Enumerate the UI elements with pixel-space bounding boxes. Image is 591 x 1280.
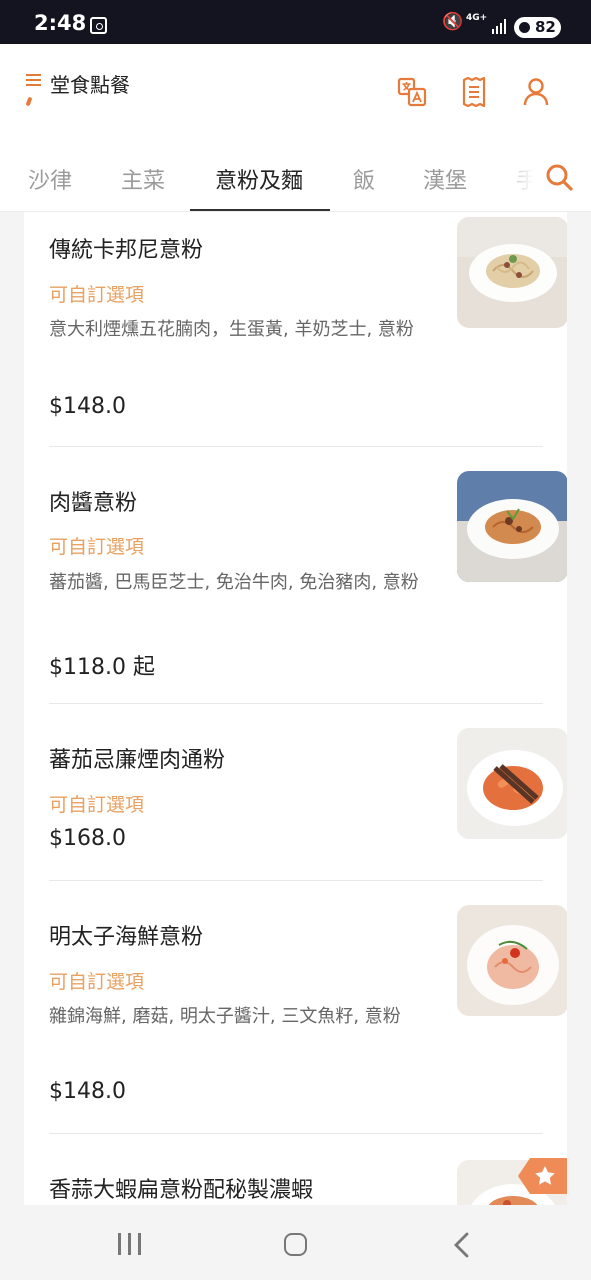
item-description: 雜錦海鮮, 磨菇, 明太子醬汁, 三文魚籽, 意粉 xyxy=(49,1006,401,1027)
network-type: 4G+ xyxy=(466,13,488,23)
system-nav-bar xyxy=(0,1206,591,1280)
item-price: $148.0 xyxy=(49,1079,126,1104)
item-photo xyxy=(457,905,567,1016)
item-description: 意大利煙燻五花腩肉，生蛋黃, 羊奶芝士, 意粉 xyxy=(49,319,414,340)
menu-item[interactable]: 明太子海鮮意粉 可自訂選項 雜錦海鮮, 磨菇, 明太子醬汁, 三文魚籽, 意粉 … xyxy=(49,881,567,1133)
item-customizable-label: 可自訂選項 xyxy=(49,284,145,306)
tab-burger[interactable]: 漢堡 xyxy=(423,163,467,195)
search-icon[interactable] xyxy=(545,163,573,191)
star-icon[interactable] xyxy=(518,1158,567,1194)
item-price: $118.0 起 xyxy=(49,655,155,680)
item-name: 傳統卡邦尼意粉 xyxy=(49,238,204,263)
item-price: $148.0 xyxy=(49,394,126,419)
item-name: 香蒜大蝦扁意粉配秘製濃蝦 xyxy=(49,1178,314,1203)
receipt-icon[interactable] xyxy=(461,76,487,111)
item-customizable-label: 可自訂選項 xyxy=(49,536,145,558)
status-bar: 2:48 🔇 4G+ 82 xyxy=(0,0,591,44)
menu-item-list: 傳統卡邦尼意粉 可自訂選項 意大利煙燻五花腩肉，生蛋黃, 羊奶芝士, 意粉 $1… xyxy=(24,212,567,1205)
back-icon[interactable] xyxy=(452,1232,470,1258)
translate-icon[interactable] xyxy=(397,77,427,111)
screenshot-icon xyxy=(90,17,107,34)
tab-salad[interactable]: 沙律 xyxy=(28,163,72,195)
item-customizable-label: 可自訂選項 xyxy=(49,794,145,816)
menu-item[interactable]: 蕃茄忌廉煙肉通粉 可自訂選項 $168.0 xyxy=(49,704,567,880)
item-photo xyxy=(457,217,567,328)
tab-rice[interactable]: 飯 xyxy=(353,163,375,195)
hamburger-icon[interactable] xyxy=(26,74,41,87)
item-name: 明太子海鮮意粉 xyxy=(49,925,204,950)
battery-indicator: 82 xyxy=(514,17,561,38)
item-price: $168.0 xyxy=(49,826,126,851)
tab-fade xyxy=(492,142,552,211)
menu-item[interactable]: 香蒜大蝦扁意粉配秘製濃蝦 xyxy=(49,1134,567,1205)
category-tab-bar: 沙律 主菜 意粉及麵 飯 漢堡 手 xyxy=(0,142,591,212)
mute-icon: 🔇 xyxy=(442,12,464,32)
restaurant-subtitle xyxy=(24,96,144,113)
app-header: 堂食點餐 xyxy=(0,44,591,142)
menu-item[interactable]: 傳統卡邦尼意粉 可自訂選項 意大利煙燻五花腩肉，生蛋黃, 羊奶芝士, 意粉 $1… xyxy=(49,212,567,446)
item-photo xyxy=(457,471,567,582)
recents-icon[interactable] xyxy=(118,1233,142,1255)
home-icon[interactable] xyxy=(284,1233,307,1256)
tab-main-course[interactable]: 主菜 xyxy=(121,163,165,195)
item-name: 蕃茄忌廉煙肉通粉 xyxy=(49,748,226,773)
item-customizable-label: 可自訂選項 xyxy=(49,971,145,993)
page-title: 堂食點餐 xyxy=(50,73,130,97)
tab-pasta-noodles[interactable]: 意粉及麵 xyxy=(215,163,303,195)
menu-item[interactable]: 肉醬意粉 可自訂選項 蕃茄醬, 巴馬臣芝士, 免治牛肉, 免治豬肉, 意粉 $1… xyxy=(49,447,567,703)
signal-icon xyxy=(492,18,508,34)
item-photo xyxy=(457,728,567,839)
status-time: 2:48 xyxy=(34,11,87,35)
item-name: 肉醬意粉 xyxy=(49,491,138,516)
person-icon[interactable] xyxy=(522,77,550,111)
item-description: 蕃茄醬, 巴馬臣芝士, 免治牛肉, 免治豬肉, 意粉 xyxy=(49,572,419,593)
